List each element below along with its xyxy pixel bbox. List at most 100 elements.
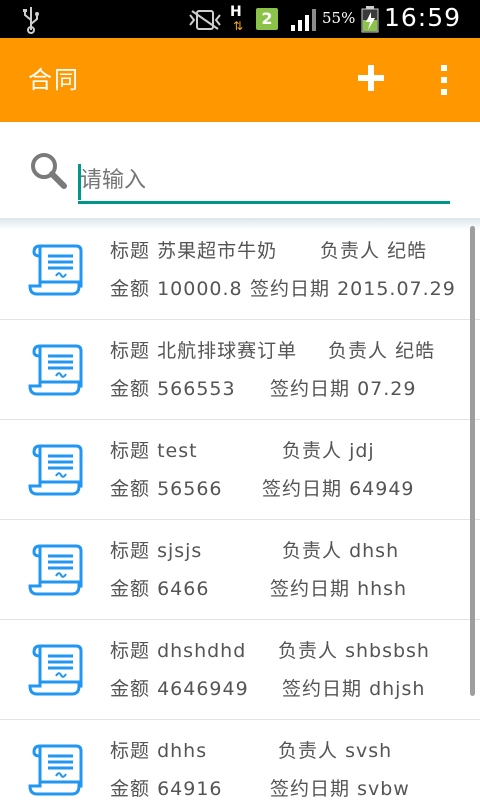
list-item[interactable]: 标题 test 负责人 jdj 金额 56566 签约日期 64949 <box>0 420 480 520</box>
date-field: 签约日期 07.29 <box>270 374 416 401</box>
amount-value: 4646949 <box>157 678 249 700</box>
date-label: 签约日期 <box>282 678 363 700</box>
contract-document-icon <box>26 542 86 602</box>
title-field: 标题 sjsjs <box>110 536 202 563</box>
date-label: 签约日期 <box>270 378 351 400</box>
title-value: 北航排球赛订单 <box>157 340 298 362</box>
scrollbar[interactable] <box>470 226 475 696</box>
date-value: dhjsh <box>369 678 426 700</box>
battery-charging-icon <box>361 6 379 33</box>
contract-document-icon <box>26 742 86 800</box>
date-field: 签约日期 dhjsh <box>282 674 425 701</box>
amount-label: 金额 <box>110 778 151 800</box>
owner-value: shbsbsh <box>345 640 430 662</box>
amount-value: 56566 <box>157 478 223 500</box>
title-field: 标题 dhhs <box>110 736 207 763</box>
amount-field: 金额 6466 <box>110 574 209 601</box>
title-label: 标题 <box>110 740 151 762</box>
usb-icon <box>23 7 39 34</box>
text-cursor <box>78 164 81 200</box>
owner-label: 负责人 <box>282 440 343 462</box>
owner-label: 负责人 <box>320 240 381 262</box>
amount-field: 金额 56566 <box>110 474 223 501</box>
amount-field: 金额 566553 <box>110 374 236 401</box>
amount-field: 金额 10000.8 <box>110 274 243 301</box>
title-field: 标题 苏果超市牛奶 <box>110 236 277 263</box>
list-item[interactable]: 标题 苏果超市牛奶 负责人 纪皓金额 10000.8 签约日期 2015.07.29 <box>0 220 480 320</box>
date-field: 签约日期 hhsh <box>270 574 407 601</box>
date-field: 签约日期 svbw <box>270 774 410 800</box>
owner-label: 负责人 <box>278 640 339 662</box>
signal-strength-icon <box>291 9 316 31</box>
plus-icon[interactable] <box>356 63 386 93</box>
contract-document-icon <box>26 442 86 502</box>
sim-slot-badge: 2 <box>256 8 278 30</box>
app-bar: 合同 <box>0 38 480 122</box>
amount-label: 金额 <box>110 478 151 500</box>
date-value: hhsh <box>357 578 408 600</box>
list-item[interactable]: 标题 dhhs 负责人 svsh 金额 64916 签约日期 svbw <box>0 720 480 800</box>
amount-value: 10000.8 <box>157 278 243 300</box>
amount-label: 金额 <box>110 378 151 400</box>
date-label: 签约日期 <box>250 278 331 300</box>
amount-value: 6466 <box>157 578 210 600</box>
amount-label: 金额 <box>110 678 151 700</box>
status-bar: H ⇅ 2 55% 16:59 <box>0 0 480 38</box>
owner-field: 负责人 shbsbsh <box>278 636 430 663</box>
list-item[interactable]: 标题 北航排球赛订单 负责人 纪皓金额 566553 签约日期 07.29 <box>0 320 480 420</box>
title-value: dhshdhd <box>157 640 247 662</box>
amount-label: 金额 <box>110 578 151 600</box>
date-value: svbw <box>357 778 410 800</box>
owner-value: svsh <box>345 740 393 762</box>
title-field: 标题 北航排球赛订单 <box>110 336 297 363</box>
search-input[interactable] <box>78 160 450 204</box>
title-field: 标题 dhshdhd <box>110 636 246 663</box>
amount-field: 金额 4646949 <box>110 674 249 701</box>
search-icon <box>31 153 67 189</box>
contract-list[interactable]: 标题 苏果超市牛奶 负责人 纪皓 金额 10000.8 签约日期 2015.07.29… <box>0 220 480 800</box>
amount-field: 金额 64916 <box>110 774 223 800</box>
amount-value: 64916 <box>157 778 223 800</box>
title-field: 标题 test <box>110 436 198 463</box>
date-label: 签约日期 <box>262 478 343 500</box>
date-value: 2015.07.29 <box>337 278 456 300</box>
title-label: 标题 <box>110 440 151 462</box>
contract-document-icon <box>26 642 86 702</box>
vibrate-icon <box>189 10 221 30</box>
amount-value: 566553 <box>157 378 236 400</box>
title-value: sjsjs <box>157 540 203 562</box>
amount-label: 金额 <box>110 278 151 300</box>
network-type-label: H <box>230 4 242 20</box>
contract-document-icon <box>26 342 86 402</box>
date-value: 64949 <box>349 478 415 500</box>
owner-field: 负责人 纪皓 <box>320 236 427 263</box>
date-field: 签约日期 2015.07.29 <box>250 274 456 301</box>
owner-value: 纪皓 <box>395 340 436 362</box>
contract-document-icon <box>26 242 86 302</box>
owner-label: 负责人 <box>278 740 339 762</box>
list-item[interactable]: 标题 dhshdhd 负责人 shbsbsh 金额 4646949 签约日期 dhjs… <box>0 620 480 720</box>
owner-field: 负责人 纪皓 <box>328 336 435 363</box>
page-title: 合同 <box>28 66 80 94</box>
owner-value: dhsh <box>349 540 400 562</box>
owner-value: 纪皓 <box>387 240 428 262</box>
search-bar <box>0 122 480 220</box>
title-label: 标题 <box>110 340 151 362</box>
clock: 16:59 <box>384 3 462 32</box>
title-label: 标题 <box>110 640 151 662</box>
title-label: 标题 <box>110 540 151 562</box>
date-value: 07.29 <box>357 378 417 400</box>
owner-label: 负责人 <box>328 340 389 362</box>
battery-percent: 55% <box>322 9 356 27</box>
owner-field: 负责人 dhsh <box>282 536 399 563</box>
overflow-menu-icon[interactable] <box>434 63 454 97</box>
data-activity-icon: ⇅ <box>233 19 244 33</box>
title-value: 苏果超市牛奶 <box>157 240 278 262</box>
date-field: 签约日期 64949 <box>262 474 415 501</box>
date-label: 签约日期 <box>270 778 351 800</box>
owner-label: 负责人 <box>282 540 343 562</box>
date-label: 签约日期 <box>270 578 351 600</box>
owner-field: 负责人 svsh <box>278 736 392 763</box>
list-item[interactable]: 标题 sjsjs 负责人 dhsh 金额 6466 签约日期 hhsh <box>0 520 480 620</box>
title-value: dhhs <box>157 740 208 762</box>
